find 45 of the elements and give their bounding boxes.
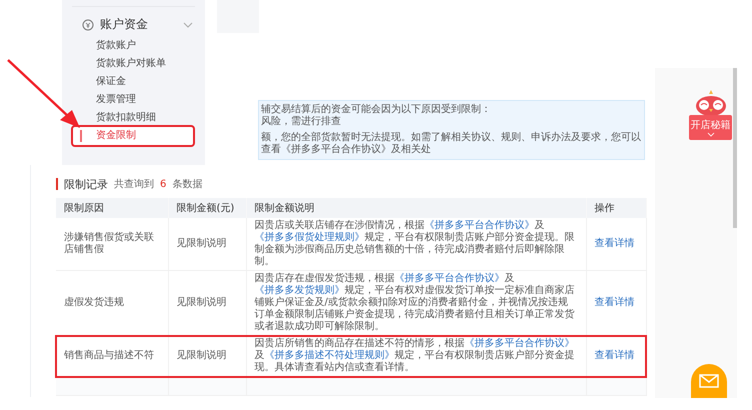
restriction-description: 因贵店存在虚假发货违规，根据《拼多多平台合作协议》及 《拼多多发货规则》规定，平台有权对虚假发货订单按一定标准自商家店铺账户保证金及/或货款余额扣除对应的消费者赔付金，并视情况按违规订单金额限制店铺账户资金提现，待完成消费者赔付且相关订单正常发货或者退款成功即可解除限制。 [246,270,586,336]
table-cell: 虚假发货违规 [56,270,168,336]
sidebar-item[interactable]: 货款扣款明细 [62,109,205,127]
sidebar-item[interactable]: 货款账户对账单 [62,55,205,73]
column-header: 操作 [586,198,646,218]
mail-button[interactable] [691,364,727,398]
sidebar-item[interactable]: 发票管理 [62,91,205,109]
coin-icon [82,18,94,30]
chevron-icon [706,132,714,137]
agreement-link[interactable]: 《拼多多平台合作协议》 [424,220,534,231]
table-cell: 见限制说明 [168,336,246,376]
sidebar-item[interactable]: 货款账户 [62,37,205,55]
agreement-link[interactable]: 《拼多多假货处理规则》 [254,232,364,243]
mail-icon [699,374,719,388]
section-title: 限制记录 [64,176,108,192]
column-header: 限制金额说明 [246,198,586,218]
notice-text: 额，您的全部货款暂时无法提现。如需了解相关协议、规则、申诉办法及要求，您可以查看《拼多多平台合作协议》及相关处 [261,132,642,156]
guide-button[interactable]: 开店秘籍 [689,115,732,140]
column-header: 限制原因 [56,198,168,218]
table-cell: 见限制说明 [168,218,246,270]
restriction-description: 因贵店所销售的商品存在描述不符的情形，根据《拼多多平台合作协议》 及《拼多多描述不符处理规则》规定，平台有权限制贵店账户部分资金提现。具体请查看站内信或查看详情。 [246,336,586,376]
table-cell: 涉嫌销售假货或关联店铺售假 [56,218,168,270]
table-cell: 见限制说明 [168,270,246,336]
bird-mascot-icon [695,90,727,116]
details-link[interactable]: 查看详情 [594,297,634,308]
chevron-icon[interactable] [183,22,193,28]
agreement-link[interactable]: 《拼多多描述不符处理规则》 [264,350,394,361]
agreement-link[interactable]: 《拼多多平台合作协议》 [394,273,504,284]
notice-text: 辅交易结算后的资金可能会因为以下原因受到限制： [261,104,492,116]
record-count: 6 [160,178,166,190]
column-header: 限制金额(元) [168,198,246,218]
section-title: 账户资金 [100,16,149,33]
count-label: 条数据 [172,178,202,191]
details-link[interactable]: 查看详情 [594,350,634,361]
notice-text: 风险，需进行排查 [261,116,342,128]
count-label: 共查询到 [114,178,154,191]
agreement-link[interactable]: 《拼多多平台合作协议》 [464,338,574,349]
scrollbar[interactable] [733,68,737,228]
restriction-description: 因贵店或关联店铺存在涉假情况，根据《拼多多平台合作协议》及 《拼多多假货处理规则》规定，平台有权限制贵店账户部分资金提现。限制金额为涉假商品历史总销售额的十倍，待完成消费者赔付后即解除限制。 [246,218,586,270]
agreement-link[interactable]: 《拼多多发货规则》 [254,285,344,296]
section-marker [56,178,58,190]
sidebar-item[interactable]: 保证金 [62,73,205,91]
sidebar-item[interactable]: 资金限制 [73,127,193,145]
details-link[interactable]: 查看详情 [594,238,634,249]
table-cell: 销售商品与描述不符 [56,336,168,376]
